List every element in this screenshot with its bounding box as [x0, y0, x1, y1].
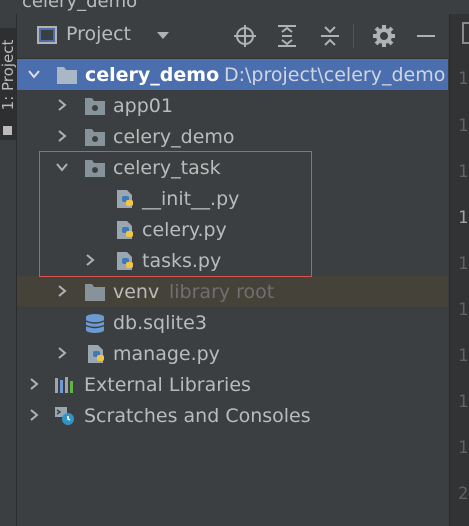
tree-item-label: Scratches and Consoles	[84, 405, 311, 427]
project-panel: Project celery_demo D:\project\celery_de…	[17, 14, 448, 526]
tree-item-tasks-py[interactable]: tasks.py	[17, 245, 448, 276]
line-number: 1	[458, 208, 469, 228]
tree-item-label: db.sqlite3	[113, 312, 207, 334]
expand-all-icon[interactable]	[275, 24, 299, 48]
database-icon	[85, 314, 105, 333]
tree-item-label: manage.py	[113, 343, 220, 365]
editor-gutter: 1 1 1 1 1 1 1 1 1 2	[449, 14, 469, 526]
gear-icon[interactable]	[372, 24, 396, 48]
scratches-icon	[55, 407, 74, 425]
line-number: 1	[458, 254, 469, 274]
project-tab-icon	[3, 126, 12, 135]
chevron-right-icon[interactable]	[55, 284, 69, 298]
toolbar-separator	[353, 24, 354, 48]
tree-item-venv[interactable]: venv library root	[17, 276, 448, 307]
tree-item-celery-demo[interactable]: celery_demo	[17, 121, 448, 152]
line-number: 1	[458, 162, 469, 182]
tree-item-label: tasks.py	[142, 250, 222, 272]
tree-item-db-sqlite3[interactable]: db.sqlite3	[17, 307, 448, 338]
folder-icon	[85, 284, 105, 301]
line-number: 1	[458, 116, 469, 136]
package-folder-icon	[85, 98, 105, 115]
tree-item-scratches-and-consoles[interactable]: Scratches and Consoles	[17, 400, 448, 431]
tree-item-label: __init__.py	[142, 188, 240, 210]
chevron-right-icon[interactable]	[55, 346, 69, 360]
tree-item-celery-task[interactable]: celery_task	[17, 152, 448, 183]
folder-icon	[57, 67, 77, 84]
tree-item-label: celery_demo	[113, 126, 235, 148]
python-file-icon	[117, 221, 133, 239]
tree-item-manage-py[interactable]: manage.py	[17, 338, 448, 369]
package-folder-icon	[85, 160, 105, 177]
library-root-note: library root	[169, 281, 275, 303]
tree-item-label: External Libraries	[84, 374, 251, 396]
project-tool-tab[interactable]: 1: Project	[0, 28, 17, 140]
tree-item-label: app01	[113, 95, 173, 117]
chevron-right-icon[interactable]	[83, 253, 97, 267]
python-file-icon	[88, 345, 104, 363]
tree-item-external-libraries[interactable]: External Libraries	[17, 369, 448, 400]
tree-item-label: venv	[113, 281, 160, 303]
chevron-down-icon[interactable]	[55, 160, 69, 174]
window-title-bar: celery_demo	[0, 0, 469, 14]
line-number: 1	[458, 69, 469, 89]
ide-window: celery_demo 1: Project Project celery_de…	[0, 0, 469, 526]
root-name: celery_demo	[85, 64, 220, 86]
collapse-all-icon[interactable]	[318, 24, 342, 48]
chevron-right-icon[interactable]	[55, 98, 69, 112]
minimize-icon[interactable]	[414, 24, 438, 48]
tree-root-row[interactable]: celery_demo D:\project\celery_demo	[17, 59, 448, 90]
project-tool-tab-label: 1: Project	[0, 39, 17, 111]
editor-tab-edge	[462, 22, 469, 44]
line-number: 2	[458, 484, 469, 504]
tree-item-app01[interactable]: app01	[17, 90, 448, 121]
window-title: celery_demo	[22, 0, 138, 12]
tree-item-label: celery_task	[113, 157, 221, 179]
chevron-right-icon[interactable]	[55, 129, 69, 143]
project-view-icon	[37, 26, 57, 44]
line-number: 1	[458, 346, 469, 366]
libraries-icon	[55, 377, 73, 393]
root-path: D:\project\celery_demo	[224, 64, 446, 86]
tree-item-celery-py[interactable]: celery.py	[17, 214, 448, 245]
tree-item-label: celery.py	[142, 219, 227, 241]
line-number: 1	[458, 438, 469, 458]
chevron-right-icon[interactable]	[27, 408, 41, 422]
tool-window-stripe: 1: Project	[0, 14, 17, 526]
tree-item-init-py[interactable]: __init__.py	[17, 183, 448, 214]
chevron-down-icon[interactable]	[157, 32, 169, 39]
chevron-down-icon[interactable]	[27, 67, 41, 81]
locate-icon[interactable]	[233, 24, 257, 48]
project-toolbar: Project	[17, 14, 448, 59]
package-folder-icon	[85, 129, 105, 146]
project-view-selector[interactable]: Project	[66, 23, 131, 45]
python-file-icon	[117, 252, 133, 270]
line-number: 1	[458, 392, 469, 412]
chevron-right-icon[interactable]	[27, 377, 41, 391]
line-number: 1	[458, 300, 469, 320]
python-file-icon	[117, 190, 133, 208]
